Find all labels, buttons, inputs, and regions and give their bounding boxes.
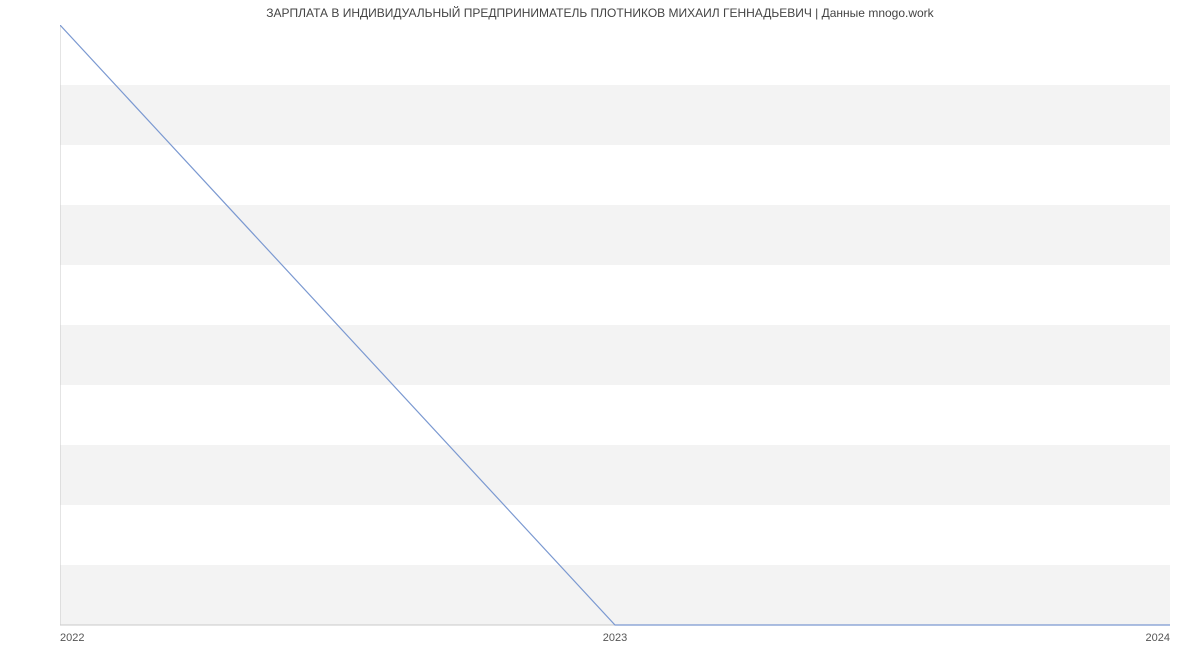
x-tick-label: 2022 (60, 632, 84, 644)
x-tick-label: 2023 (603, 632, 627, 644)
grid-band (60, 85, 1170, 145)
chart-svg: 3500035500360003650037000375003800038500… (60, 25, 1180, 650)
x-tick-label: 2024 (1146, 632, 1170, 644)
grid-band (60, 565, 1170, 625)
grid-band (60, 325, 1170, 385)
chart-container: ЗАРПЛАТА В ИНДИВИДУАЛЬНЫЙ ПРЕДПРИНИМАТЕЛ… (0, 0, 1200, 650)
chart-title: ЗАРПЛАТА В ИНДИВИДУАЛЬНЫЙ ПРЕДПРИНИМАТЕЛ… (0, 6, 1200, 20)
grid-band (60, 445, 1170, 505)
grid-band (60, 205, 1170, 265)
plot-area: 3500035500360003650037000375003800038500… (60, 25, 1180, 625)
